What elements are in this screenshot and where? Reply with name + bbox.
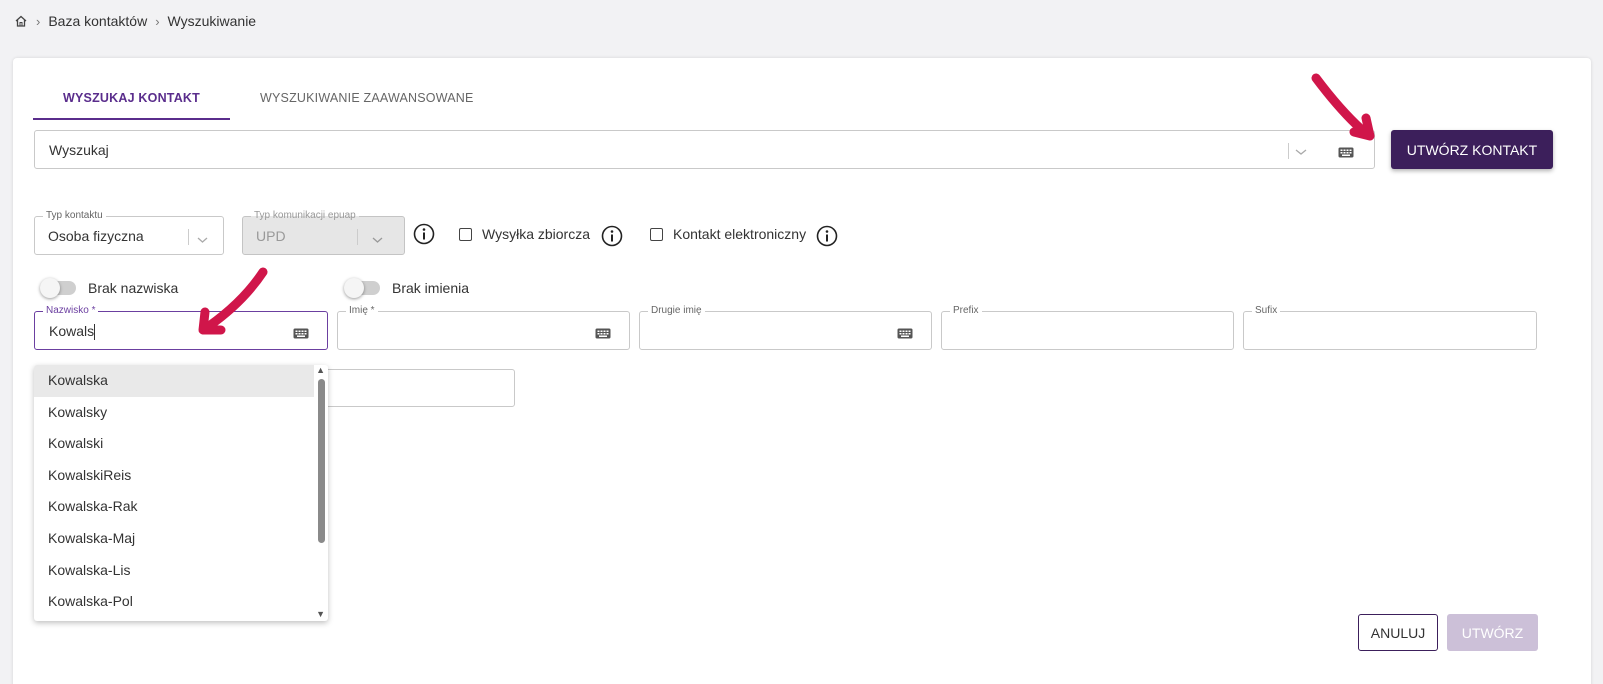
contact-type-label: Typ kontaktu	[43, 210, 106, 222]
epuap-type-label: Typ komunikacji epuap	[251, 210, 359, 222]
bulk-send-checkbox-row[interactable]: Wysyłka zbiorcza	[459, 226, 590, 242]
no-surname-toggle-row[interactable]: Brak nazwiska	[40, 278, 179, 298]
electronic-contact-checkbox[interactable]	[650, 227, 663, 241]
breadcrumb-separator: ›	[36, 13, 41, 29]
prefix-label: Prefix	[950, 305, 982, 317]
chevron-down-icon[interactable]	[196, 232, 209, 250]
keyboard-icon[interactable]	[293, 326, 309, 344]
divider	[1288, 143, 1289, 159]
toggle-knob	[344, 278, 364, 298]
suggestion-item[interactable]: Kowalska-Maj	[34, 523, 314, 555]
suffix-field[interactable]: Sufix	[1243, 305, 1537, 350]
home-icon[interactable]	[14, 14, 28, 28]
info-icon[interactable]	[816, 225, 838, 247]
search-input[interactable]: Wyszukaj	[34, 130, 1375, 169]
no-surname-label: Brak nazwiska	[88, 280, 179, 296]
create-button: UTWÓRZ	[1447, 614, 1538, 651]
suggestion-item[interactable]: Kowalsky	[34, 397, 314, 429]
chevron-down-icon[interactable]	[1294, 144, 1308, 162]
breadcrumb-separator: ›	[155, 13, 160, 29]
breadcrumb: › Baza kontaktów › Wyszukiwanie	[14, 10, 256, 32]
no-surname-toggle[interactable]	[40, 278, 76, 298]
no-firstname-toggle[interactable]	[344, 278, 380, 298]
firstname-field[interactable]: Imię *	[337, 305, 630, 350]
cancel-button[interactable]: ANULUJ	[1358, 614, 1438, 651]
contact-type-value: Osoba fizyczna	[48, 228, 144, 244]
second-name-field[interactable]: Drugie imię	[639, 305, 932, 350]
breadcrumb-item-search: Wyszukiwanie	[167, 13, 257, 29]
tab-advanced-search[interactable]: WYSZUKIWANIE ZAAWANSOWANE	[230, 88, 504, 120]
scrollbar-thumb[interactable]	[318, 379, 325, 543]
epuap-type-value: UPD	[256, 228, 286, 244]
no-firstname-toggle-row[interactable]: Brak imienia	[344, 278, 470, 298]
electronic-contact-label: Kontakt elektroniczny	[673, 226, 807, 242]
suggestion-item[interactable]: Kowalska	[34, 365, 314, 397]
keyboard-icon[interactable]	[1338, 145, 1354, 163]
firstname-label: Imię *	[346, 305, 378, 317]
keyboard-icon[interactable]	[897, 326, 913, 344]
divider	[188, 229, 189, 245]
chevron-down-icon	[371, 232, 384, 250]
bulk-send-checkbox[interactable]	[459, 227, 472, 241]
no-firstname-label: Brak imienia	[392, 280, 470, 296]
text-cursor	[94, 324, 96, 341]
suggestion-item[interactable]: Kowalska-Rak	[34, 491, 314, 523]
surname-value: Kowals	[49, 323, 96, 341]
contact-type-select[interactable]: Typ kontaktu Osoba fizyczna	[34, 210, 224, 255]
create-contact-button[interactable]: UTWÓRZ KONTAKT	[1391, 130, 1553, 169]
tab-bar: WYSZUKAJ KONTAKT WYSZUKIWANIE ZAAWANSOWA…	[33, 88, 504, 120]
search-placeholder: Wyszukaj	[49, 142, 109, 158]
second-name-label: Drugie imię	[648, 305, 705, 317]
toggle-knob	[40, 278, 60, 298]
surname-text: Kowals	[49, 323, 95, 339]
surname-label: Nazwisko *	[43, 305, 99, 317]
epuap-type-select: Typ komunikacji epuap UPD	[242, 210, 405, 255]
suggestion-item[interactable]: KowalskiReis	[34, 460, 314, 492]
suggestion-item[interactable]: Kowalska-Pol	[34, 586, 314, 618]
suffix-label: Sufix	[1252, 305, 1281, 317]
scroll-up-icon[interactable]: ▲	[316, 365, 325, 375]
surname-field[interactable]: Nazwisko * Kowals	[34, 305, 328, 350]
info-icon[interactable]	[601, 225, 623, 247]
divider	[357, 229, 358, 245]
scroll-down-icon[interactable]: ▼	[316, 609, 325, 619]
suggestion-item[interactable]: Kowalska-Lis	[34, 555, 314, 587]
keyboard-icon[interactable]	[595, 326, 611, 344]
electronic-contact-checkbox-row[interactable]: Kontakt elektroniczny	[650, 226, 806, 242]
bulk-send-label: Wysyłka zbiorcza	[482, 226, 591, 242]
tab-search-contact[interactable]: WYSZUKAJ KONTAKT	[33, 88, 230, 120]
breadcrumb-item-contacts[interactable]: Baza kontaktów	[48, 13, 147, 29]
suggestion-item[interactable]: Kowalski	[34, 428, 314, 460]
suggestion-list: Kowalska Kowalsky Kowalski KowalskiReis …	[34, 365, 314, 618]
prefix-field[interactable]: Prefix	[941, 305, 1234, 350]
surname-suggestions-dropdown: Kowalska Kowalsky Kowalski KowalskiReis …	[34, 365, 328, 621]
info-icon[interactable]	[413, 223, 435, 245]
